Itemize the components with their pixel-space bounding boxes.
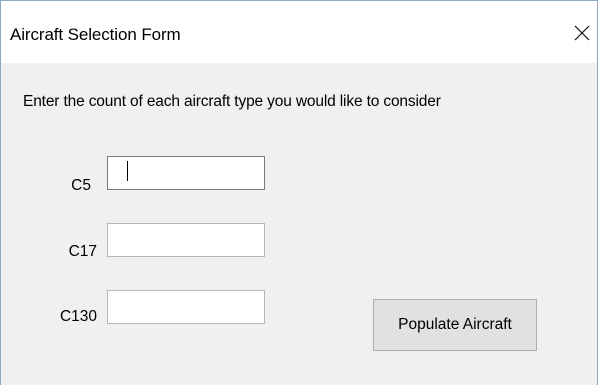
close-icon bbox=[574, 25, 590, 41]
c130-count-input[interactable] bbox=[107, 290, 265, 324]
form-body: Enter the count of each aircraft type yo… bbox=[1, 63, 597, 385]
aircraft-selection-dialog: Aircraft Selection Form Enter the count … bbox=[0, 0, 598, 385]
title-bar[interactable]: Aircraft Selection Form bbox=[1, 1, 597, 63]
c130-label: C130 bbox=[59, 308, 97, 325]
c5-count-input[interactable] bbox=[107, 156, 265, 190]
populate-aircraft-button[interactable]: Populate Aircraft bbox=[373, 299, 537, 351]
window-title: Aircraft Selection Form bbox=[10, 25, 181, 44]
instruction-text: Enter the count of each aircraft type yo… bbox=[23, 93, 441, 110]
c17-label: C17 bbox=[68, 243, 97, 260]
c17-count-input[interactable] bbox=[107, 223, 265, 257]
c5-label: C5 bbox=[71, 177, 91, 194]
text-caret bbox=[127, 161, 128, 181]
close-button[interactable] bbox=[567, 17, 595, 47]
